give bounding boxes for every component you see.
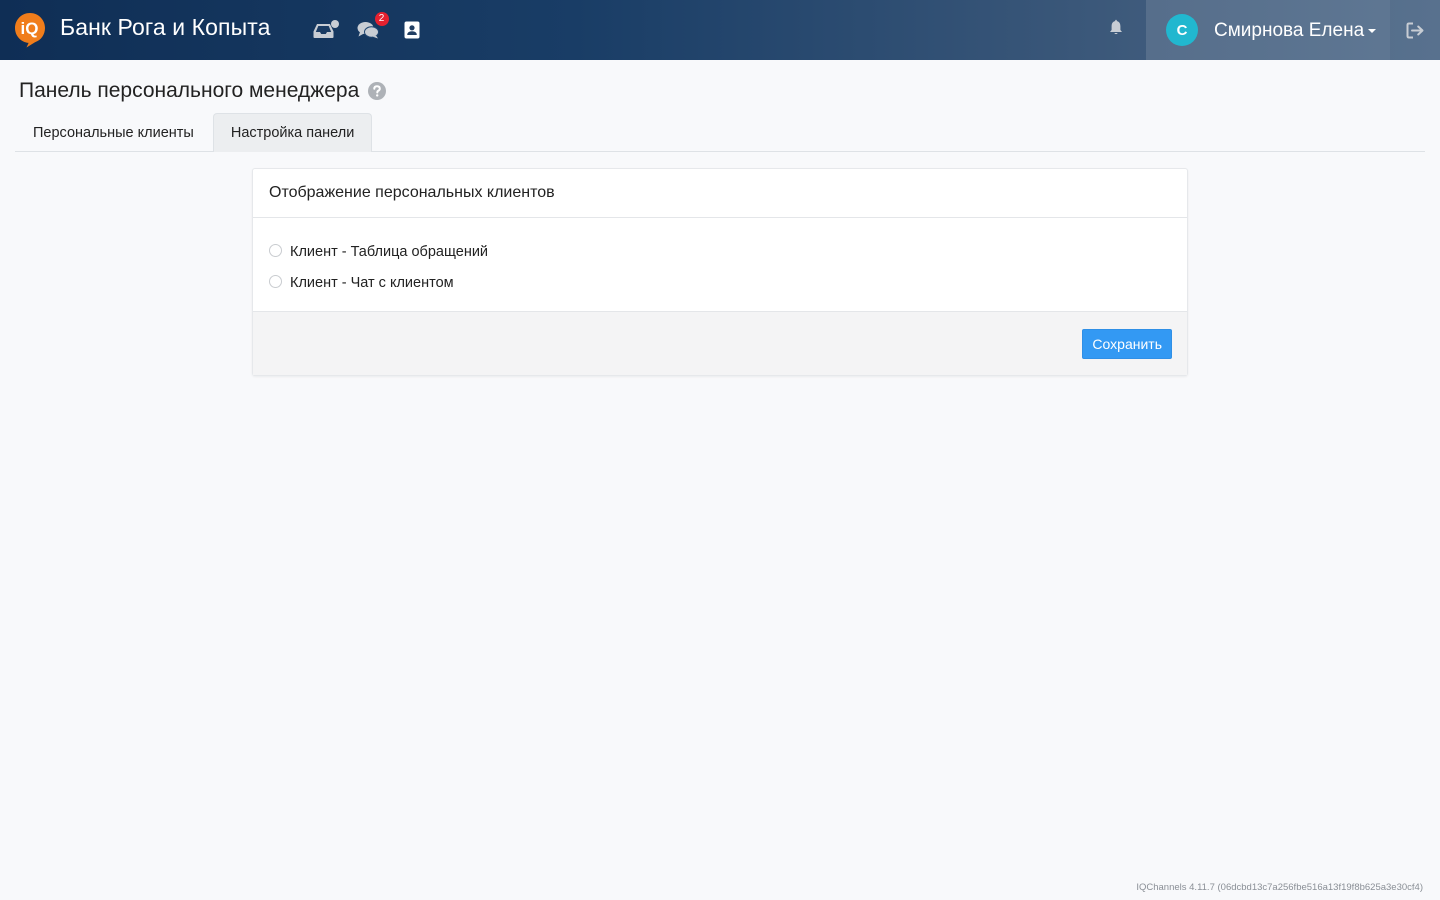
bell-icon[interactable]	[1106, 18, 1126, 38]
card-footer: Сохранить	[253, 311, 1187, 375]
nav-icons: 2	[313, 0, 445, 60]
radio-button[interactable]	[269, 275, 282, 288]
option-client-chat[interactable]: Клиент - Чат с клиентом	[269, 267, 1171, 298]
contacts-icon	[404, 21, 420, 39]
chats-icon	[357, 22, 379, 39]
logout-icon	[1406, 22, 1423, 38]
tab-panel-settings[interactable]: Настройка панели	[212, 113, 373, 152]
page-title-text: Панель персонального менеджера	[19, 79, 360, 102]
inbox-button[interactable]	[313, 19, 339, 41]
tab-personal-clients[interactable]: Персональные клиенты	[15, 113, 212, 152]
chats-button[interactable]: 2	[357, 12, 389, 41]
logo-text: iQ	[21, 19, 39, 38]
top-navbar: iQ Банк Рога и Копыта 2 С Смирнова Елена	[0, 0, 1440, 60]
tabs: Персональные клиенты Настройка панели	[15, 113, 1425, 152]
brand[interactable]: iQ Банк Рога и Копыта	[0, 0, 271, 60]
save-button[interactable]: Сохранить	[1082, 328, 1172, 359]
avatar: С	[1166, 14, 1198, 46]
logout-button[interactable]	[1390, 0, 1440, 60]
iq-logo-icon: iQ	[15, 13, 45, 48]
contacts-button[interactable]	[401, 19, 423, 41]
brand-title: Банк Рога и Копыта	[60, 13, 271, 40]
settings-card: Отображение персональных клиентов Клиент…	[252, 168, 1188, 376]
radio-button[interactable]	[269, 244, 282, 257]
card-title: Отображение персональных клиентов	[253, 169, 1187, 218]
chevron-down-icon	[1368, 29, 1377, 33]
page-title: Панель персонального менеджера	[19, 79, 387, 103]
option-client-requests-table[interactable]: Клиент - Таблица обращений	[269, 236, 1171, 267]
option-label: Клиент - Чат с клиентом	[290, 274, 454, 291]
user-name: Смирнова Елена	[1214, 20, 1365, 41]
option-label: Клиент - Таблица обращений	[290, 243, 489, 260]
card-body: Клиент - Таблица обращений Клиент - Чат …	[253, 218, 1187, 312]
user-menu[interactable]: С Смирнова Елена	[1146, 0, 1390, 60]
chats-count-badge: 2	[374, 12, 389, 26]
inbox-status-dot	[330, 20, 339, 28]
version-info: IQChannels 4.11.7 (06dcbd13c7a256fbe516a…	[1136, 882, 1423, 893]
help-icon[interactable]	[368, 82, 387, 100]
